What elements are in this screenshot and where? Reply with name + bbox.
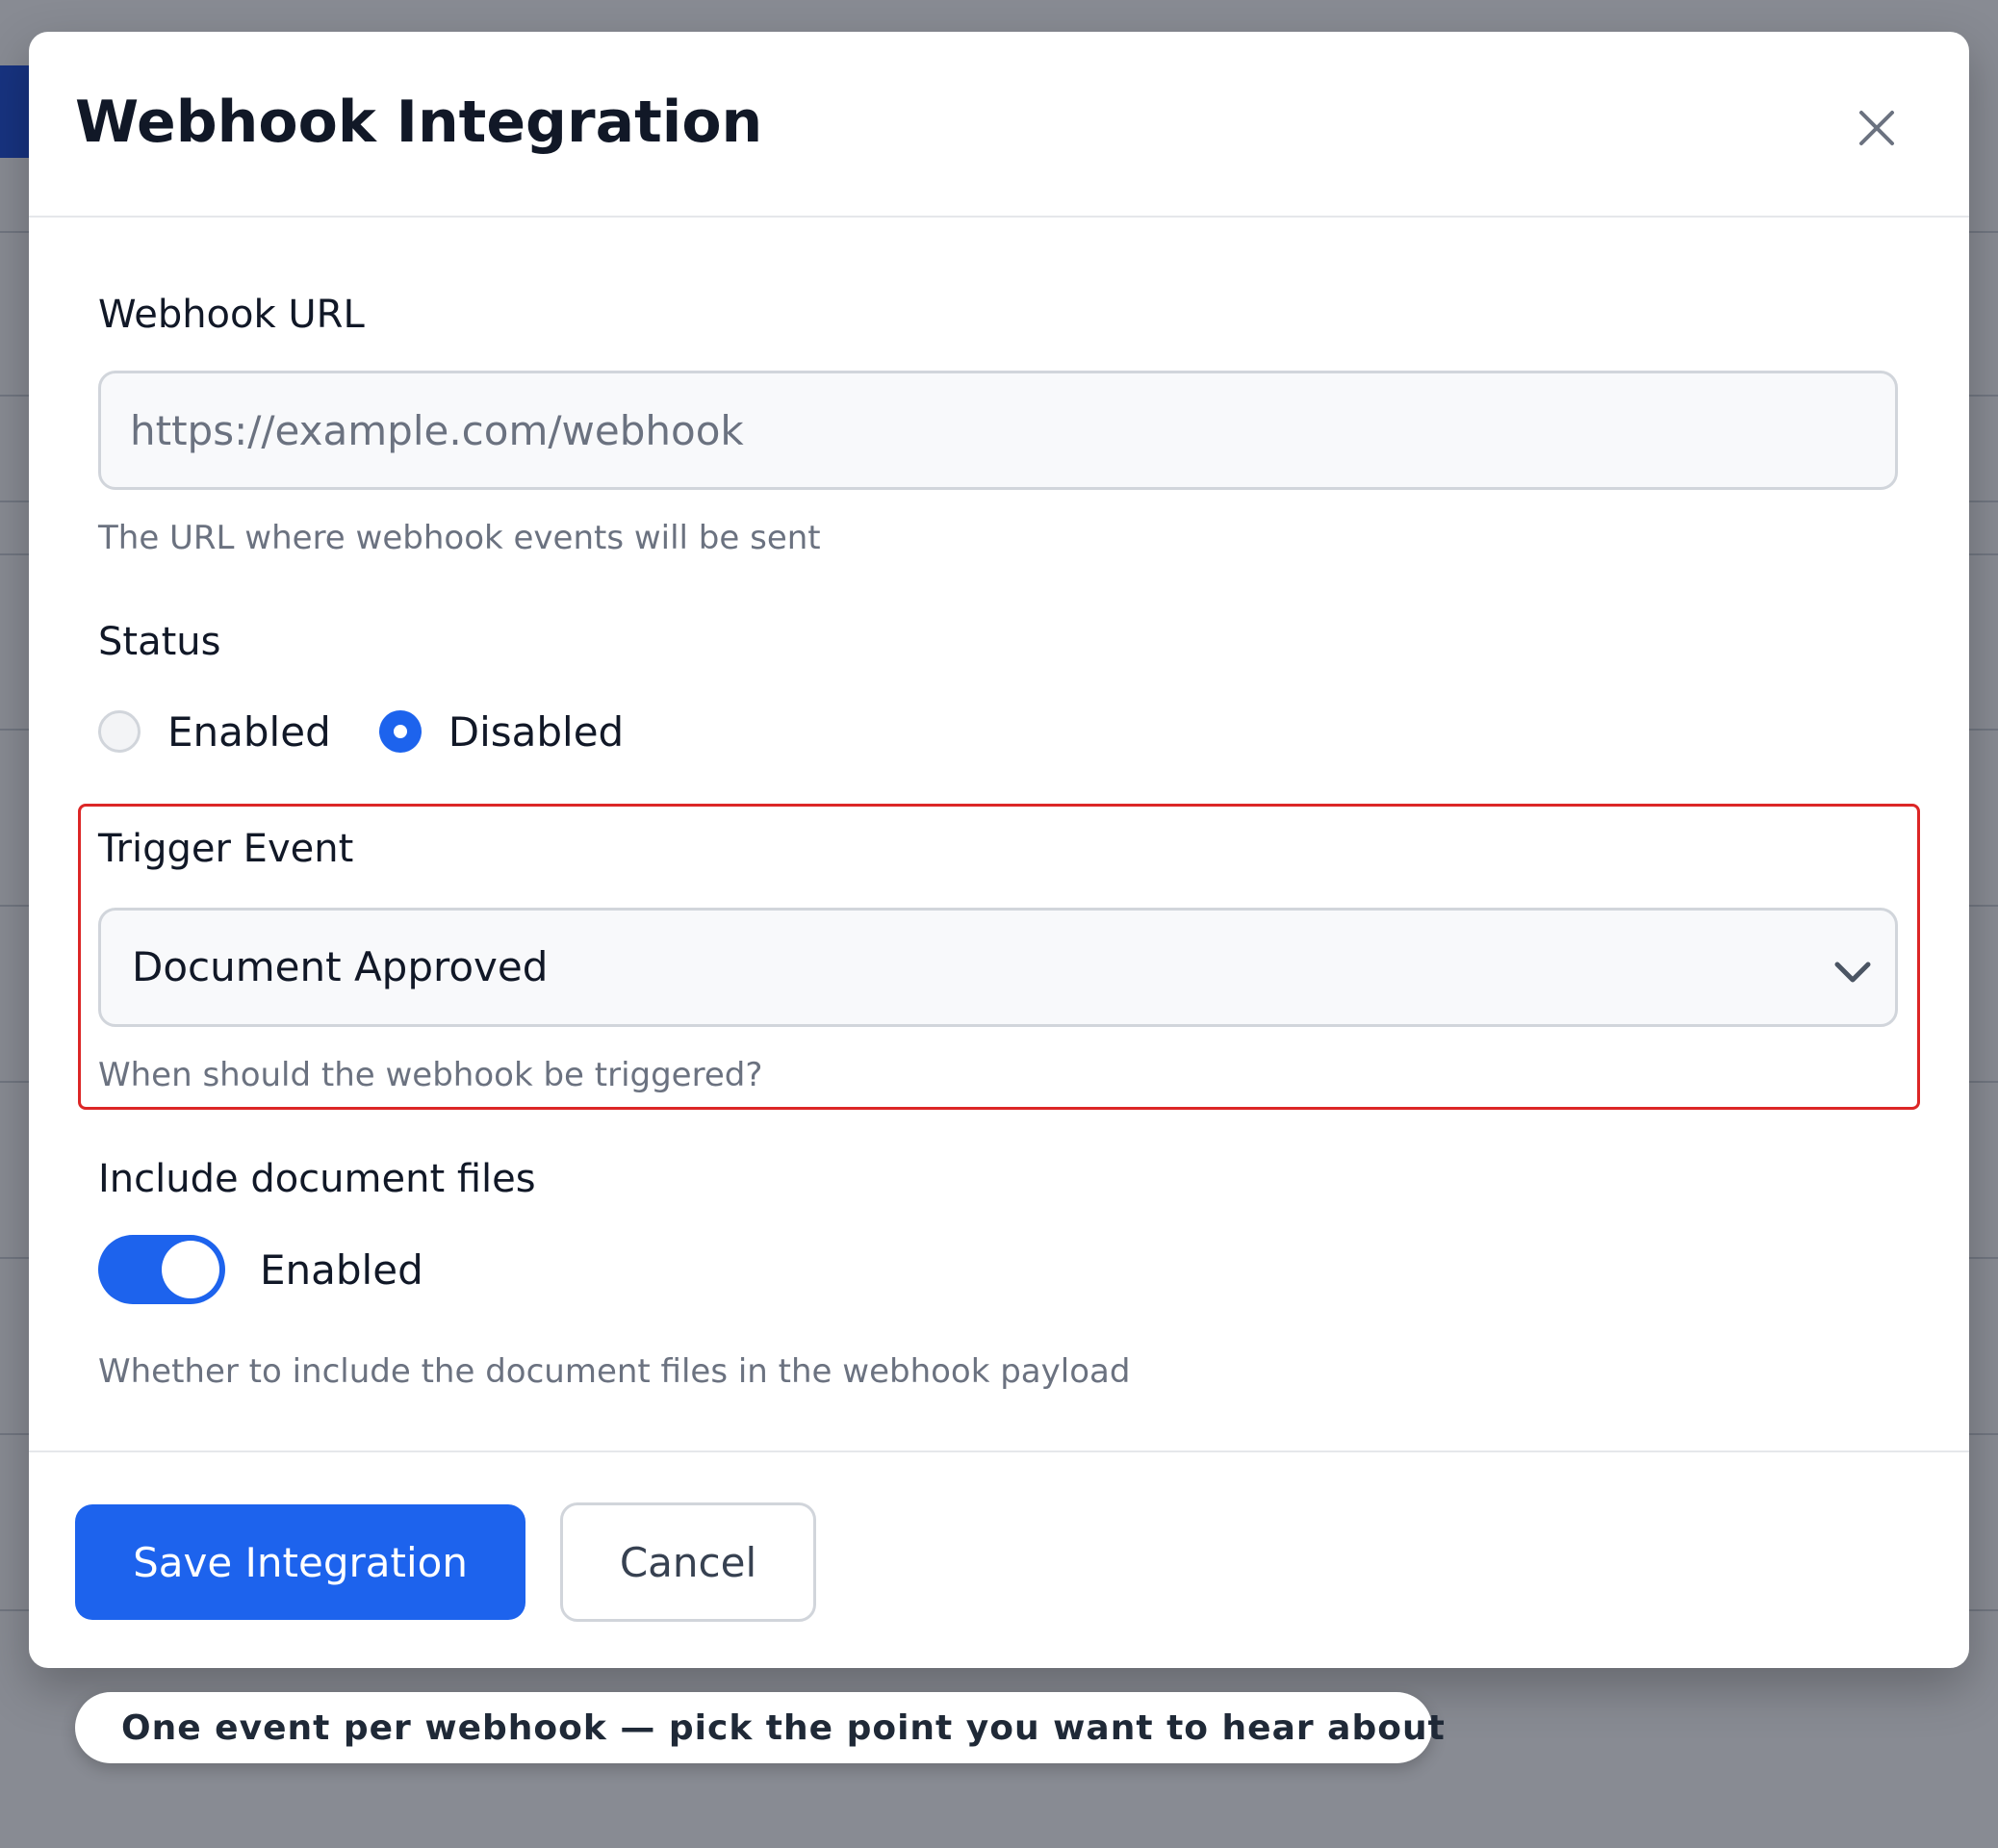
annotation-tip: One event per webhook — pick the point y… bbox=[75, 1692, 1445, 1763]
save-integration-button[interactable]: Save Integration bbox=[75, 1504, 525, 1620]
modal-header: Webhook Integration bbox=[29, 32, 1969, 218]
status-radio-disabled[interactable]: Disabled bbox=[378, 707, 625, 756]
radio-dot bbox=[393, 725, 407, 738]
toggle-knob bbox=[162, 1241, 219, 1298]
radio-label: Enabled bbox=[167, 707, 331, 756]
chevron-down-icon bbox=[1834, 962, 1871, 983]
close-icon bbox=[1859, 111, 1894, 145]
status-label: Status bbox=[98, 620, 221, 664]
status-radio-group: Enabled Disabled bbox=[98, 703, 672, 760]
trigger-event-select[interactable]: Document Approved bbox=[98, 908, 1898, 1027]
close-button[interactable] bbox=[1848, 99, 1906, 157]
include-files-toggle[interactable] bbox=[98, 1235, 225, 1304]
radio-unchecked-icon bbox=[98, 710, 141, 753]
cancel-button[interactable]: Cancel bbox=[560, 1502, 816, 1622]
webhook-url-hint: The URL where webhook events will be sen… bbox=[98, 519, 821, 557]
trigger-event-hint: When should the webhook be triggered? bbox=[98, 1056, 763, 1094]
status-radio-enabled[interactable]: Enabled bbox=[98, 708, 331, 756]
include-files-hint: Whether to include the document files in… bbox=[98, 1352, 1131, 1391]
radio-label: Disabled bbox=[448, 707, 625, 756]
tip-text: One event per webhook — pick the point y… bbox=[121, 1707, 1446, 1748]
include-files-label: Include document files bbox=[98, 1157, 536, 1201]
trigger-event-label: Trigger Event bbox=[98, 827, 354, 871]
trigger-event-selected-value: Document Approved bbox=[132, 943, 549, 990]
webhook-integration-modal: Webhook Integration Webhook URL The URL … bbox=[29, 32, 1969, 1668]
webhook-url-label: Webhook URL bbox=[98, 293, 365, 337]
webhook-url-input[interactable] bbox=[98, 371, 1898, 490]
modal-title: Webhook Integration bbox=[75, 89, 763, 156]
radio-checked-icon bbox=[378, 710, 422, 753]
include-files-toggle-label: Enabled bbox=[260, 1246, 423, 1294]
